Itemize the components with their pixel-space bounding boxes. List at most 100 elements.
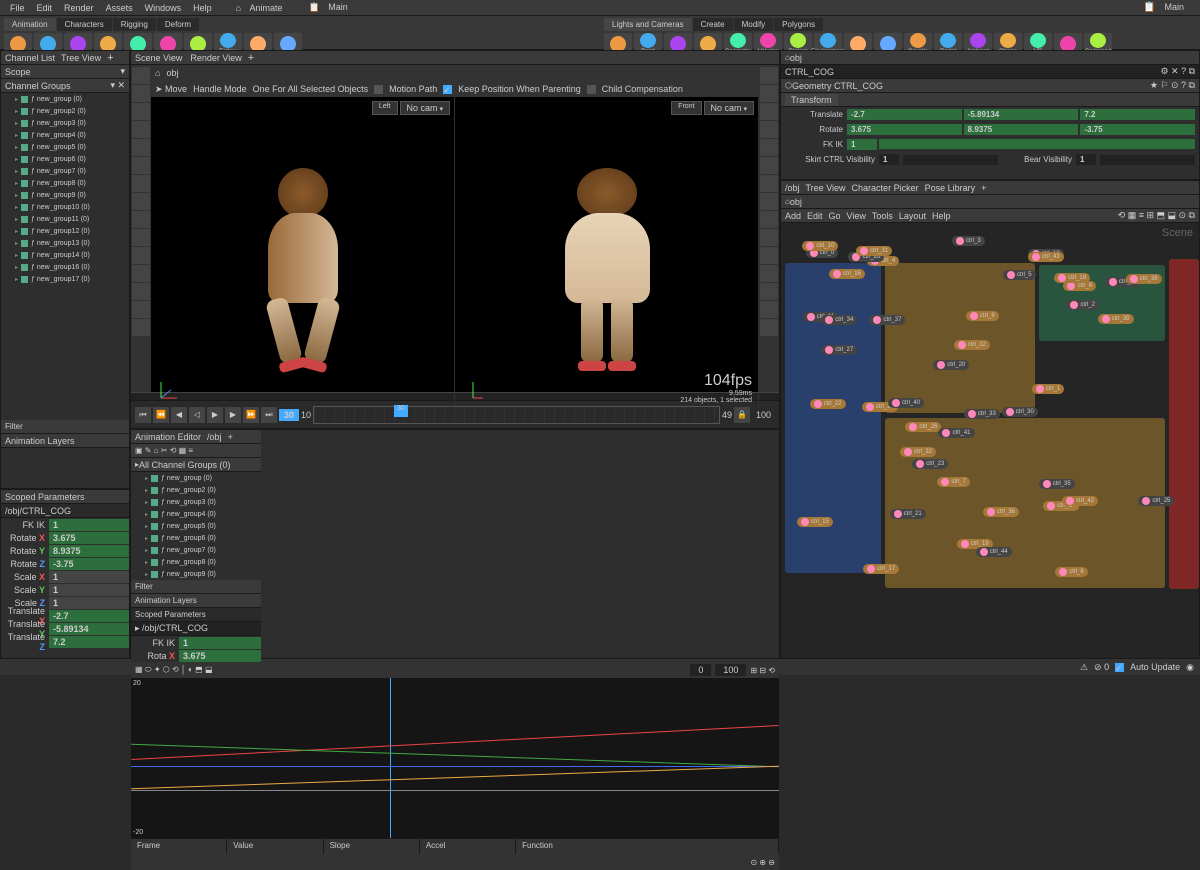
fn-slope[interactable]: Slope (324, 839, 420, 854)
channel-group-item[interactable]: ƒ new_group6 (0) (1, 153, 129, 165)
keep-pos-check[interactable]: ✓ (443, 85, 452, 94)
shelf-tab-deform[interactable]: Deform (157, 18, 199, 31)
channel-group-item[interactable]: ƒ new_group3 (0) (1, 117, 129, 129)
rig-node[interactable]: ctrl_30 (1002, 407, 1038, 417)
channel-groups-list[interactable]: ƒ new_group (0)ƒ new_group2 (0)ƒ new_gro… (1, 93, 129, 420)
graph-cg-item[interactable]: ƒ new_group (0) (131, 472, 261, 484)
fn-frame[interactable]: Frame (131, 839, 227, 854)
rig-node[interactable]: ctrl_18 (1054, 273, 1090, 283)
shelf-tab-rigging[interactable]: Rigging (113, 18, 156, 31)
graph-cg-item[interactable]: ƒ new_group7 (0) (131, 544, 261, 556)
scoped-param-row[interactable]: FK IK1 (1, 518, 129, 531)
scoped-path[interactable]: /obj/CTRL_COG (5, 506, 71, 516)
ng-view[interactable]: View (847, 211, 866, 221)
channel-group-item[interactable]: ƒ new_group16 (0) (1, 261, 129, 273)
transform-tab[interactable]: Transform (785, 94, 838, 106)
rig-node[interactable]: ctrl_8 (1055, 567, 1088, 577)
last-frame-icon[interactable]: ⏭ (261, 407, 277, 423)
fn-value[interactable]: Value (227, 839, 323, 854)
rig-node[interactable]: ctrl_6 (1063, 281, 1096, 291)
channel-group-item[interactable]: ƒ new_group17 (0) (1, 273, 129, 285)
menu-render[interactable]: Render (58, 3, 100, 13)
graph-cg-item[interactable]: ƒ new_group2 (0) (131, 484, 261, 496)
channel-group-item[interactable]: ƒ new_group12 (0) (1, 225, 129, 237)
rx[interactable]: 3.675 (847, 124, 962, 135)
fn-accel[interactable]: Accel (420, 839, 516, 854)
rig-node[interactable]: ctrl_17 (863, 564, 899, 574)
context-selector[interactable]: 📋 Main (303, 2, 360, 13)
rig-node[interactable]: ctrl_3 (952, 236, 985, 246)
rig-node[interactable]: ctrl_33 (964, 409, 1000, 419)
graph-filter[interactable]: Filter (131, 580, 261, 594)
rig-node[interactable]: ctrl_23 (912, 459, 948, 469)
ng-toolbar-icons[interactable]: ⟲ ▦ ≡ ⊞ ⬒ ⬓ ⊙ ⧉ (1118, 210, 1195, 221)
tz[interactable]: 7.2 (1080, 109, 1195, 120)
ty[interactable]: -5.89134 (964, 109, 1079, 120)
ng-edit[interactable]: Edit (807, 211, 823, 221)
ng-tab-poselib[interactable]: Pose Library (925, 183, 976, 193)
left-tool-strip[interactable] (131, 65, 151, 392)
channel-group-item[interactable]: ƒ new_group2 (0) (1, 105, 129, 117)
graph-cg-item[interactable]: ƒ new_group3 (0) (131, 496, 261, 508)
rig-node[interactable]: ctrl_37 (869, 315, 905, 325)
shelf-tab-create[interactable]: Create (693, 18, 733, 31)
rig-node[interactable]: ctrl_10 (802, 241, 838, 251)
prev-key-icon[interactable]: ⏪ (153, 407, 169, 423)
menu-help[interactable]: Help (187, 3, 218, 13)
graph-cg-item[interactable]: ƒ new_group4 (0) (131, 508, 261, 520)
animation-layers-header[interactable]: Animation Layers (1, 434, 129, 448)
scope-button[interactable]: Scope (5, 67, 31, 77)
range-end[interactable]: 49 (722, 410, 732, 420)
ng-help[interactable]: Help (932, 211, 951, 221)
channel-group-item[interactable]: ƒ new_group (0) (1, 93, 129, 105)
rig-node[interactable]: ctrl_27 (821, 345, 857, 355)
first-frame-icon[interactable]: ⏮ (135, 407, 151, 423)
rig-node[interactable]: ctrl_5 (1003, 270, 1036, 280)
tab-tree-view[interactable]: Tree View (61, 53, 101, 63)
rig-node[interactable]: ctrl_20 (933, 360, 969, 370)
channel-group-item[interactable]: ƒ new_group11 (0) (1, 213, 129, 225)
ng-tab-picker[interactable]: Character Picker (852, 183, 919, 193)
channel-group-item[interactable]: ƒ new_group4 (0) (1, 129, 129, 141)
shelf-tab-lights[interactable]: Lights and Cameras (604, 18, 692, 31)
tab-scene-view[interactable]: Scene View (135, 53, 182, 63)
tool-rotate[interactable] (132, 103, 150, 120)
tool-scale[interactable] (132, 121, 150, 138)
child-comp-check[interactable] (587, 85, 596, 94)
skirt-val[interactable]: 1 (879, 154, 899, 165)
curve-editor-canvas[interactable]: 20 -20 (131, 678, 779, 838)
network-name[interactable]: CTRL_COG (785, 67, 834, 77)
add-tab-icon[interactable]: + (248, 52, 254, 64)
next-frame-icon[interactable]: ▶ (225, 407, 241, 423)
rig-node[interactable]: ctrl_15 (797, 517, 833, 527)
tab-anim-editor[interactable]: Animation Editor (135, 432, 201, 442)
range-lock-icon[interactable]: 🔒 (734, 407, 750, 423)
rig-node[interactable]: ctrl_35 (1039, 479, 1075, 489)
rig-node[interactable]: ctrl_39 (1098, 314, 1134, 324)
fkik-val[interactable]: 1 (847, 139, 877, 150)
channel-group-item[interactable]: ƒ new_group7 (0) (1, 165, 129, 177)
rig-node[interactable]: ctrl_21 (890, 509, 926, 519)
rig-node[interactable]: ctrl_32 (900, 447, 936, 457)
scoped-param-row[interactable]: Scale Y1 (1, 583, 129, 596)
graph-cg-item[interactable]: ƒ new_group5 (0) (131, 520, 261, 532)
right-tool-strip[interactable] (759, 65, 779, 392)
region-hands[interactable] (885, 418, 1165, 588)
motion-path-check[interactable] (374, 85, 383, 94)
prev-frame-icon[interactable]: ◀ (171, 407, 187, 423)
scoped-param-row[interactable]: Translate Z7.2 (1, 635, 129, 648)
rig-node[interactable]: ctrl_31 (856, 246, 892, 256)
rig-node[interactable]: ctrl_36 (983, 507, 1019, 517)
region-spine[interactable] (885, 263, 1035, 413)
rz[interactable]: -3.75 (1080, 124, 1195, 135)
handle-move[interactable]: ➤ Move (155, 84, 187, 95)
tab-channel-list[interactable]: Channel List (5, 53, 55, 63)
ng-tools[interactable]: Tools (872, 211, 893, 221)
camera-left[interactable]: Left (372, 101, 398, 115)
skirt-slider[interactable] (903, 155, 998, 165)
graph-cg-item[interactable]: ƒ new_group8 (0) (131, 556, 261, 568)
scoped-param-row[interactable]: Rotate Y8.9375 (1, 544, 129, 557)
region-left[interactable] (1169, 259, 1199, 589)
channel-group-item[interactable]: ƒ new_group8 (0) (1, 177, 129, 189)
rig-node[interactable]: ctrl_38 (1126, 274, 1162, 284)
